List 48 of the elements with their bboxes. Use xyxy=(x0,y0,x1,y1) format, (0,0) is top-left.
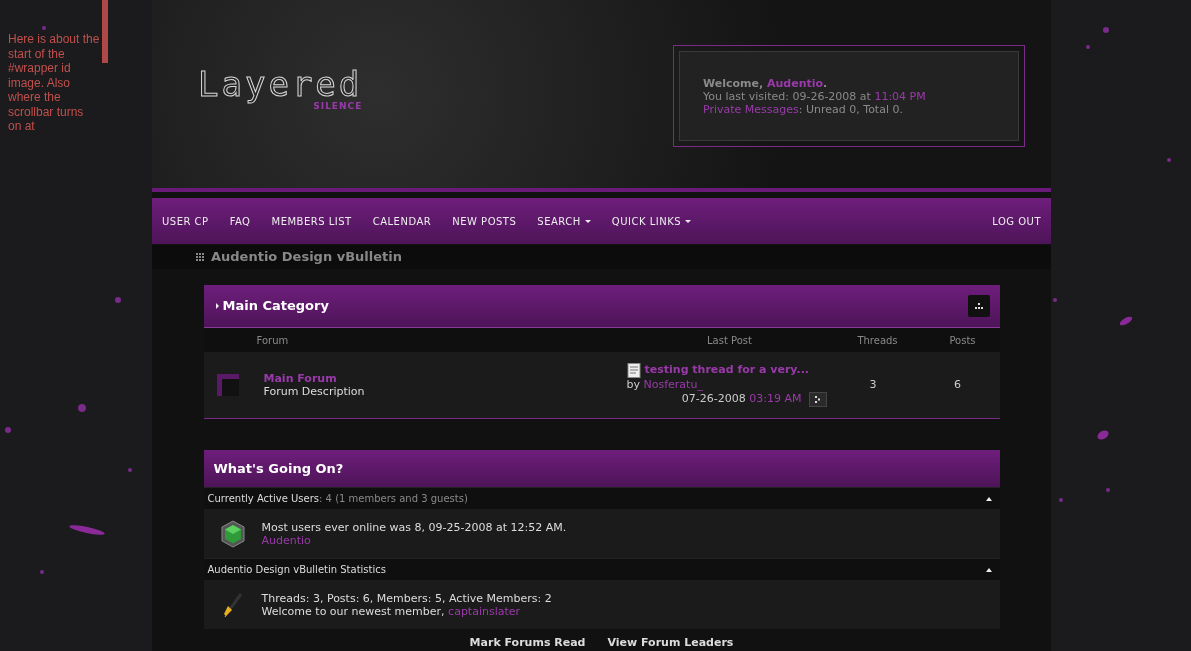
stat-text: Most users ever online was 8, 09-25-2008 at 12:52 AM. xyxy=(261,520,567,534)
time-text: 11:04 PM xyxy=(874,89,926,103)
footer-link[interactable]: View Forum Leaders xyxy=(607,635,734,651)
column-header: Posts xyxy=(948,333,977,348)
annotation-text: Here is about the start of the #wrapper id image. Also where the scrollbar turns on at xyxy=(8,32,100,134)
nav-link[interactable]: CALENDAR xyxy=(372,213,432,229)
section-subheading: Audentio Design vBulletin Statistics xyxy=(207,563,386,577)
stat-text: Threads: 3, Posts: 6, Members: 5, Active Members: 2 xyxy=(261,591,552,605)
column-header: Last Post xyxy=(706,333,753,348)
forum-status-icon xyxy=(216,374,239,396)
category-title: Main Category xyxy=(222,297,329,316)
post-count: 6 xyxy=(953,376,962,393)
dots-icon xyxy=(974,303,983,309)
dots-icon xyxy=(815,395,820,403)
collapse-button[interactable] xyxy=(967,295,990,317)
breadcrumb-link[interactable]: Audentio Design vBulletin xyxy=(211,247,402,267)
stat-text: Welcome to our newest member, captainslater xyxy=(261,604,522,618)
pen-icon xyxy=(221,591,244,618)
count-text: : 4 (1 members and 3 guests) xyxy=(319,493,468,504)
collapse-icon[interactable] xyxy=(985,567,992,572)
go-to-post-button[interactable] xyxy=(808,391,827,407)
grid-icon xyxy=(196,252,205,262)
welcome-text: Welcome, Audentio. xyxy=(703,76,829,90)
column-header: Forum xyxy=(255,333,290,348)
nav-link[interactable]: SEARCH xyxy=(537,213,591,229)
forum-description: Forum Description xyxy=(263,385,365,398)
marker-bar xyxy=(102,0,108,63)
logo-subtitle: SILENCE xyxy=(313,101,363,111)
nav-link[interactable]: QUICK LINKS xyxy=(611,213,692,229)
collapse-icon[interactable] xyxy=(985,496,992,501)
logout-link[interactable]: LOG OUT xyxy=(992,213,1041,229)
nav-link[interactable]: NEW POSTS xyxy=(452,213,517,229)
nav-link[interactable]: FAQ xyxy=(229,213,251,229)
post-time: 03:19 AM xyxy=(749,392,802,405)
section-header: What's Going On? xyxy=(203,450,1000,487)
section-subheading: Currently Active Users: 4 (1 members and 3 guests) xyxy=(207,492,468,506)
triangle-icon xyxy=(215,303,219,309)
thread-count: 3 xyxy=(868,376,878,393)
document-icon xyxy=(626,362,641,378)
column-header: Threads xyxy=(856,333,899,348)
messages-text: Private Messages: Unread 0, Total 0. xyxy=(703,102,904,116)
nav-link[interactable]: USER CP xyxy=(162,213,209,229)
author-text: by Nosferatu_ xyxy=(626,377,704,392)
nav-link[interactable]: MEMBERS LIST xyxy=(271,213,352,229)
last-visited-text: You last visited: 09-26-2008 at 11:04 PM xyxy=(703,89,927,103)
cube-icon xyxy=(220,519,245,548)
post-date: 07-26-2008 03:19 AM xyxy=(681,392,802,406)
footer-link[interactable]: Mark Forums Read xyxy=(469,635,586,651)
